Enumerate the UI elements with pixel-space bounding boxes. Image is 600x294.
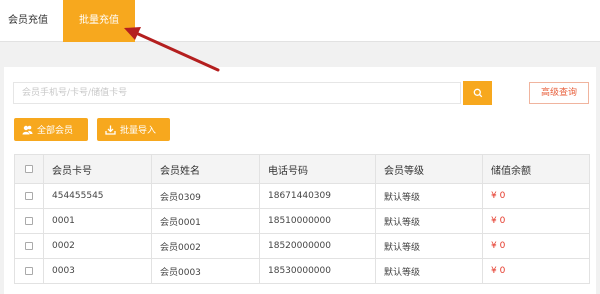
header-balance: 储值余额 — [482, 154, 590, 184]
cell-phone: 18520000000 — [259, 233, 376, 259]
row-checkbox-cell[interactable] — [14, 183, 44, 209]
cell-card-number: 454455545 — [43, 183, 152, 209]
cell-balance: ¥ 0 — [482, 183, 590, 209]
cell-level: 默认等级 — [375, 233, 483, 259]
all-members-button[interactable]: 全部会员 — [14, 118, 88, 141]
member-table: 会员卡号 会员姓名 电话号码 会员等级 储值余额 454455545 会员030… — [14, 154, 590, 284]
table-row[interactable]: 0002 会员0002 18520000000 默认等级 ¥ 0 — [14, 233, 590, 259]
cell-member-name: 会员0309 — [151, 183, 260, 209]
header-member-name: 会员姓名 — [151, 154, 260, 184]
cell-member-name: 会员0002 — [151, 233, 260, 259]
table-row[interactable]: 0001 会员0001 18510000000 默认等级 ¥ 0 — [14, 208, 590, 234]
all-members-label: 全部会员 — [37, 126, 74, 136]
tab-member-recharge[interactable]: 会员充值 — [0, 0, 56, 42]
download-icon — [105, 125, 116, 135]
header-phone: 电话号码 — [259, 154, 376, 184]
cell-balance: ¥ 0 — [482, 233, 590, 259]
select-all-checkbox[interactable] — [25, 164, 33, 173]
cell-level: 默认等级 — [375, 208, 483, 234]
row-checkbox-cell[interactable] — [14, 258, 44, 284]
cell-balance: ¥ 0 — [482, 208, 590, 234]
advanced-search-button[interactable]: 高级查询 — [529, 82, 589, 104]
select-all-checkbox-cell[interactable] — [14, 154, 44, 184]
cell-phone: 18671440309 — [259, 183, 376, 209]
cell-card-number: 0003 — [43, 258, 152, 284]
cell-phone: 18530000000 — [259, 258, 376, 284]
members-icon — [22, 125, 33, 135]
search-button[interactable] — [463, 81, 492, 105]
row-checkbox[interactable] — [25, 191, 33, 200]
cell-level: 默认等级 — [375, 183, 483, 209]
row-checkbox-cell[interactable] — [14, 233, 44, 259]
batch-import-label: 批量导入 — [120, 126, 157, 136]
cell-member-name: 会员0003 — [151, 258, 260, 284]
table-row[interactable]: 0003 会员0003 18530000000 默认等级 ¥ 0 — [14, 258, 590, 284]
cell-phone: 18510000000 — [259, 208, 376, 234]
table-header-row: 会员卡号 会员姓名 电话号码 会员等级 储值余额 — [14, 154, 590, 184]
row-checkbox[interactable] — [25, 241, 33, 250]
cell-member-name: 会员0001 — [151, 208, 260, 234]
header-level: 会员等级 — [375, 154, 483, 184]
row-checkbox-cell[interactable] — [14, 208, 44, 234]
header-card-number: 会员卡号 — [43, 154, 152, 184]
batch-import-button[interactable]: 批量导入 — [97, 118, 170, 141]
search-icon — [473, 88, 482, 98]
cell-level: 默认等级 — [375, 258, 483, 284]
tab-batch-recharge[interactable]: 批量充值 — [63, 0, 135, 42]
cell-card-number: 0002 — [43, 233, 152, 259]
row-checkbox[interactable] — [25, 266, 33, 275]
search-input[interactable] — [13, 82, 461, 104]
table-row[interactable]: 454455545 会员0309 18671440309 默认等级 ¥ 0 — [14, 183, 590, 209]
tab-bar: 会员充值 批量充值 — [0, 0, 600, 42]
row-checkbox[interactable] — [25, 216, 33, 225]
cell-card-number: 0001 — [43, 208, 152, 234]
cell-balance: ¥ 0 — [482, 258, 590, 284]
